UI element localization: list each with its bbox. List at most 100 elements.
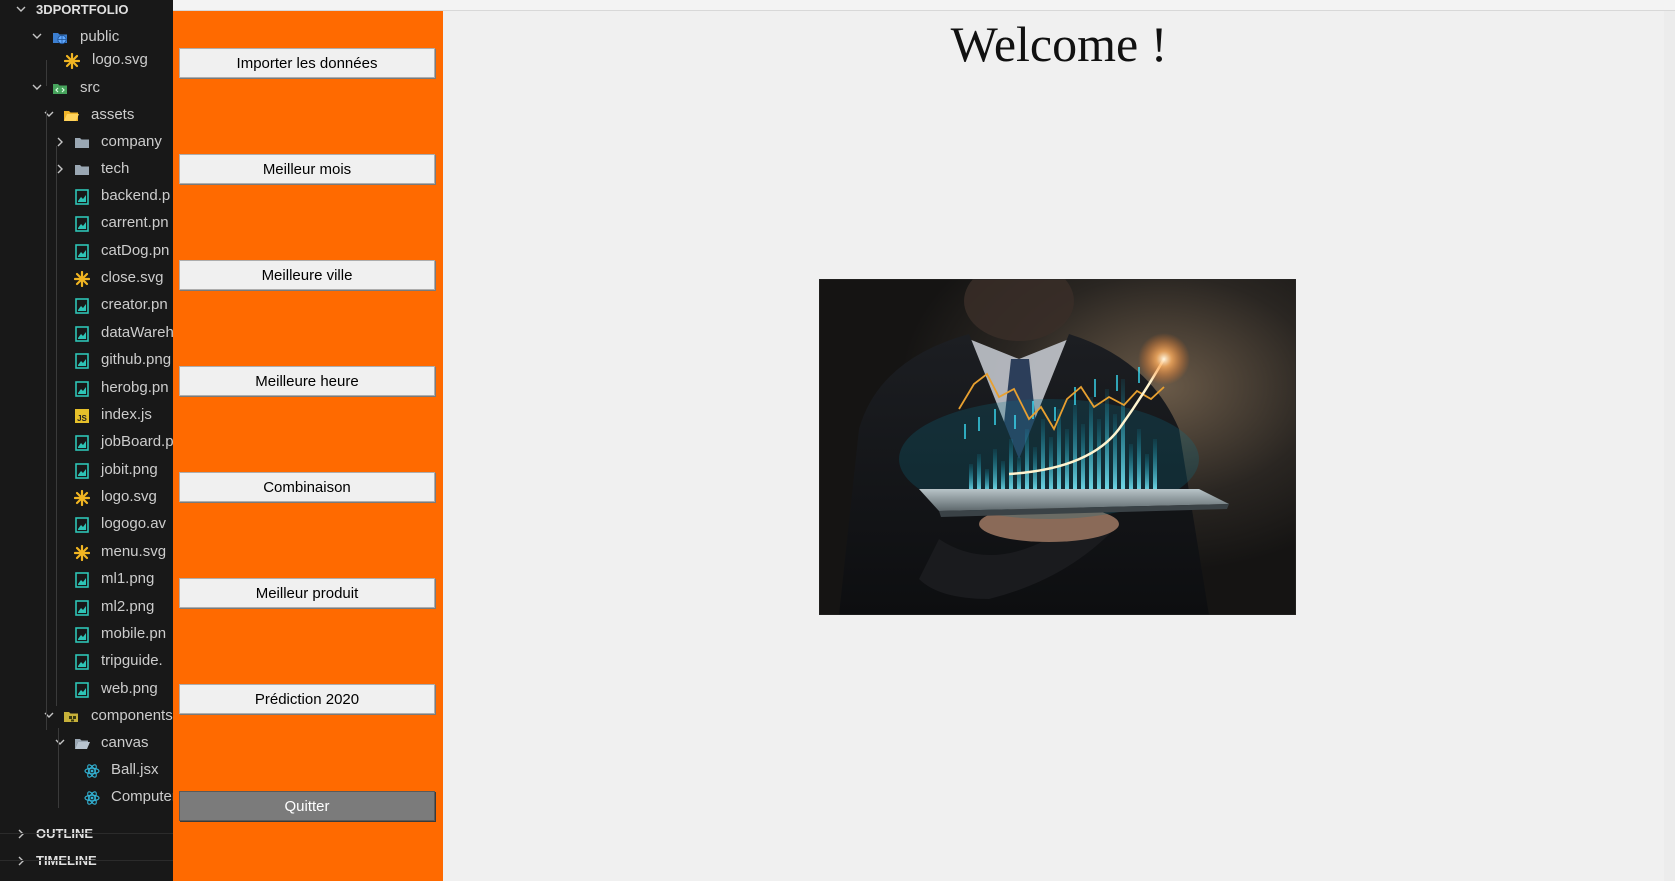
- explorer-item-label: mobile.pn: [101, 625, 167, 642]
- react-icon: [84, 764, 100, 778]
- folder-icon: [75, 138, 89, 148]
- svg-icon: [64, 53, 80, 69]
- js-icon: JS: [75, 409, 89, 423]
- explorer-file[interactable]: ml1.png: [0, 566, 173, 592]
- best-city-button[interactable]: Meilleure ville: [179, 260, 435, 290]
- file-explorer: OPEN EDITORS 3DPORTFOLIOpubliclogo.svgsr…: [0, 0, 173, 881]
- explorer-file[interactable]: github.png: [0, 347, 173, 373]
- folder-public-icon: [53, 33, 67, 45]
- section-divider: [0, 860, 173, 861]
- explorer-folder[interactable]: company: [0, 129, 173, 155]
- explorer-item-label: creator.pn: [101, 296, 168, 313]
- explorer-item-label: company: [101, 133, 162, 150]
- indent-guide: [46, 60, 47, 86]
- explorer-folder[interactable]: components: [0, 703, 173, 729]
- import-data-button[interactable]: Importer les données: [179, 48, 435, 78]
- chevron-down-icon[interactable]: [30, 75, 44, 101]
- explorer-file[interactable]: tripguide.: [0, 648, 173, 674]
- folder-src-icon: [53, 84, 67, 94]
- explorer-item-label: logo.svg: [101, 488, 157, 505]
- explorer-item-label: catDog.pn: [101, 242, 170, 259]
- explorer-project-root[interactable]: 3DPORTFOLIO: [0, 0, 173, 23]
- explorer-section-outline[interactable]: OUTLINE: [0, 821, 173, 847]
- combination-button[interactable]: Combinaison: [179, 472, 435, 502]
- explorer-folder[interactable]: canvas: [0, 730, 173, 756]
- explorer-folder[interactable]: assets: [0, 102, 173, 128]
- explorer-item-label: Computers: [111, 788, 173, 805]
- explorer-section-timeline[interactable]: TIMELINE: [0, 848, 173, 874]
- explorer-item-label: tripguide.: [101, 652, 163, 669]
- explorer-file[interactable]: Ball.jsx: [0, 757, 173, 783]
- window-top-bar: [173, 0, 1675, 11]
- indent-guide: [46, 110, 47, 730]
- svg-text:JS: JS: [77, 414, 87, 423]
- section-label: TIMELINE: [36, 853, 97, 868]
- explorer-item-label: dataWareh: [101, 324, 173, 341]
- image-icon: [75, 435, 89, 451]
- explorer-file[interactable]: herobg.pn: [0, 375, 173, 401]
- explorer-item-label: carrent.pn: [101, 214, 169, 231]
- image-icon: [75, 189, 89, 205]
- section-divider: [0, 833, 173, 834]
- chevron-down-icon[interactable]: [14, 0, 28, 23]
- explorer-item-label: backend.p: [101, 187, 171, 204]
- explorer-item-label: assets: [91, 106, 135, 123]
- chevron-down-icon[interactable]: [42, 703, 56, 729]
- svg-icon: [74, 490, 90, 506]
- explorer-file[interactable]: ml2.png: [0, 594, 173, 620]
- chevron-right-icon[interactable]: [14, 821, 28, 847]
- explorer-item-label: canvas: [101, 734, 149, 751]
- explorer-file[interactable]: menu.svg: [0, 539, 173, 565]
- explorer-item-label: logogo.av: [101, 515, 167, 532]
- image-icon: [75, 216, 89, 232]
- explorer-file[interactable]: carrent.pn: [0, 210, 173, 236]
- quit-button[interactable]: Quitter: [179, 791, 435, 821]
- folder-assets-icon: [64, 111, 79, 121]
- svg-icon: [74, 271, 90, 287]
- best-month-button[interactable]: Meilleur mois: [179, 154, 435, 184]
- react-icon: [84, 791, 100, 805]
- image-icon: [75, 627, 89, 643]
- explorer-file[interactable]: catDog.pn: [0, 238, 173, 264]
- explorer-file[interactable]: backend.p: [0, 183, 173, 209]
- explorer-file[interactable]: jobBoard.p: [0, 429, 173, 455]
- explorer-file[interactable]: logo.svg: [0, 47, 173, 73]
- explorer-file[interactable]: Computers: [0, 784, 173, 810]
- prediction-2020-button[interactable]: Prédiction 2020: [179, 684, 435, 714]
- explorer-item-label: logo.svg: [92, 51, 148, 68]
- explorer-folder[interactable]: tech: [0, 156, 173, 182]
- explorer-file[interactable]: mobile.pn: [0, 621, 173, 647]
- window-scrollbar[interactable]: [1664, 11, 1675, 881]
- explorer-item-label: components: [91, 707, 173, 724]
- explorer-file[interactable]: jobit.png: [0, 457, 173, 483]
- best-product-button[interactable]: Meilleur produit: [179, 578, 435, 608]
- image-icon: [75, 682, 89, 698]
- indent-guide: [56, 146, 57, 706]
- image-icon: [75, 353, 89, 369]
- explorer-file[interactable]: close.svg: [0, 265, 173, 291]
- svg-icon: [74, 545, 90, 561]
- explorer-file[interactable]: web.png: [0, 676, 173, 702]
- chevron-down-icon[interactable]: [42, 102, 56, 128]
- explorer-item-label: Ball.jsx: [111, 761, 159, 778]
- indent-guide: [58, 728, 59, 808]
- chevron-down-icon[interactable]: [53, 730, 67, 756]
- image-icon: [75, 517, 89, 533]
- explorer-file[interactable]: dataWareh: [0, 320, 173, 346]
- best-hour-button[interactable]: Meilleure heure: [179, 366, 435, 396]
- explorer-file[interactable]: JS index.js: [0, 402, 173, 428]
- explorer-folder[interactable]: src: [0, 75, 173, 101]
- chevron-right-icon[interactable]: [14, 848, 28, 874]
- explorer-file[interactable]: logo.svg: [0, 484, 173, 510]
- folder-icon: [75, 165, 89, 175]
- explorer-item-label: jobit.png: [101, 461, 158, 478]
- image-icon: [75, 572, 89, 588]
- explorer-item-label: menu.svg: [101, 543, 167, 560]
- explorer-item-label: herobg.pn: [101, 379, 169, 396]
- explorer-item-label: src: [80, 79, 100, 96]
- explorer-item-label: tech: [101, 160, 130, 177]
- explorer-file[interactable]: logogo.av: [0, 511, 173, 537]
- image-icon: [75, 244, 89, 260]
- explorer-file[interactable]: creator.pn: [0, 292, 173, 318]
- main-panel: Welcome !: [443, 11, 1675, 881]
